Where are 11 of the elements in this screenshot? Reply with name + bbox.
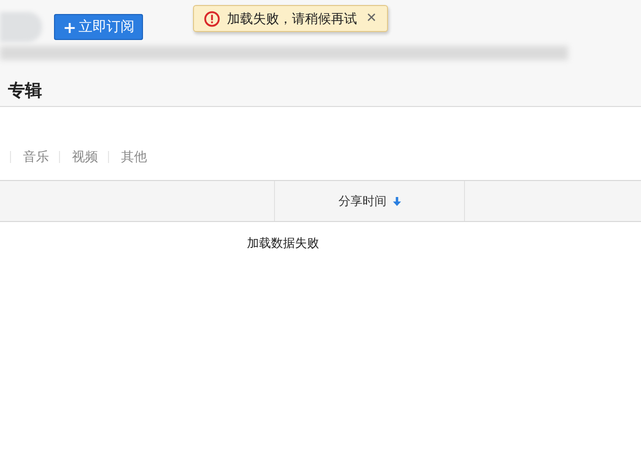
filter-tab[interactable]: 音乐 — [23, 148, 49, 166]
album-title: 专辑 — [7, 80, 43, 102]
close-icon[interactable]: ✕ — [366, 11, 377, 26]
filter-tab[interactable]: 其他 — [121, 148, 147, 166]
subscribe-button[interactable]: +立即订阅 — [54, 14, 144, 40]
empty-message: 加载数据失败 — [246, 235, 320, 252]
filter-tab[interactable]: 视频 — [72, 148, 98, 166]
column-header[interactable]: 分享时间 — [338, 192, 386, 210]
error-icon — [204, 10, 220, 26]
toast-message: 加载失败，请稍候再试 — [227, 10, 357, 28]
sort-down-icon[interactable] — [392, 196, 400, 206]
